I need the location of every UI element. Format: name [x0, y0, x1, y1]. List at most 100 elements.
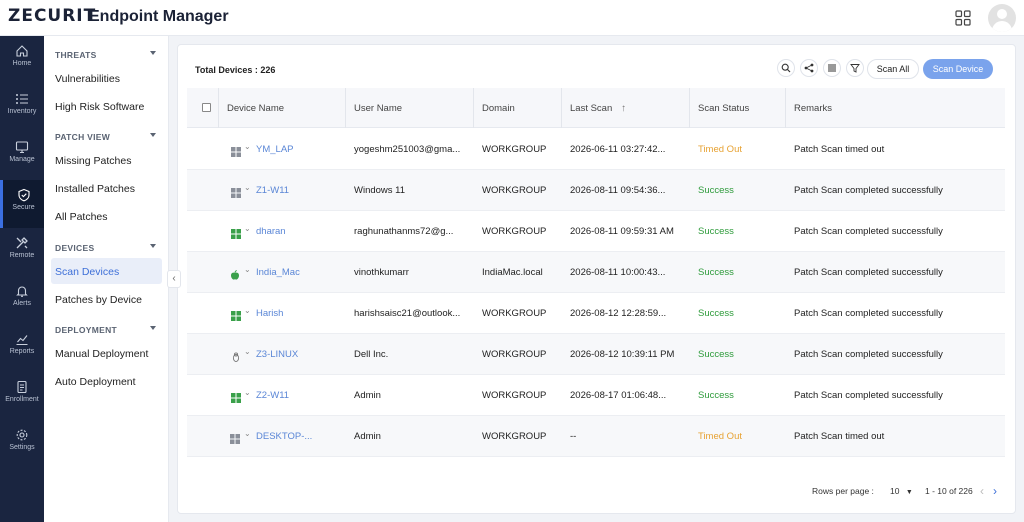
scan-all-button[interactable]: Scan All: [867, 59, 919, 79]
chevron-down-icon[interactable]: ⌄: [244, 265, 251, 274]
user-avatar[interactable]: [988, 4, 1016, 32]
enrollment-icon: [17, 380, 27, 394]
device-name-link[interactable]: dharan: [256, 226, 286, 237]
col-user-name[interactable]: User Name: [354, 103, 402, 114]
device-name-link[interactable]: DESKTOP-...: [256, 431, 312, 442]
col-scan-status[interactable]: Scan Status: [698, 103, 749, 114]
chevron-down-icon[interactable]: ⌄: [244, 429, 251, 438]
sidebar-item-all-patches[interactable]: All Patches: [55, 211, 108, 223]
sidebar-item-missing-patches[interactable]: Missing Patches: [55, 155, 131, 167]
domain-cell: WORKGROUP: [482, 308, 547, 319]
chevron-down-icon[interactable]: ⌄: [244, 142, 251, 151]
rail-manage[interactable]: Manage: [0, 132, 44, 180]
table-row[interactable]: ⌄ DESKTOP-... Admin WORKGROUP -- Timed Out Pat…: [187, 416, 1005, 457]
table-row[interactable]: ⌄ dharan raghunathanms72@g... WORKGROUP 2026…: [187, 211, 1005, 252]
scan-status-cell: Success: [698, 226, 734, 237]
last-scan-cell: 2026-08-12 10:39:11 PM: [570, 349, 675, 360]
search-button[interactable]: [777, 59, 795, 77]
chevron-down-icon[interactable]: ⌄: [244, 347, 251, 356]
sidebar-item-high-risk-software[interactable]: High Risk Software: [55, 101, 144, 113]
chevron-down-icon: [150, 51, 156, 55]
chevron-down-icon: [150, 244, 156, 248]
last-scan-cell: 2026-08-11 10:00:43...: [570, 267, 666, 278]
rail-home[interactable]: Home: [0, 36, 44, 84]
chevron-down-icon: [150, 326, 156, 330]
shield-icon: [17, 188, 30, 202]
table-row[interactable]: ⌄ Z3-LINUX Dell Inc. WORKGROUP 2026-08-12 10…: [187, 334, 1005, 375]
section-patch-view[interactable]: PATCH VIEW: [55, 132, 156, 142]
rail-reports[interactable]: Reports: [0, 324, 44, 372]
table-row[interactable]: ⌄ YM_LAP yogeshm251003@gma... WORKGROUP 2026…: [187, 129, 1005, 170]
col-remarks[interactable]: Remarks: [794, 103, 832, 114]
rail-enrollment[interactable]: Enrollment: [0, 372, 44, 420]
top-bar: ZECURIT Endpoint Manager: [0, 0, 1024, 36]
section-deployment[interactable]: DEPLOYMENT: [55, 325, 156, 335]
select-all-checkbox[interactable]: [202, 103, 211, 112]
rail-alerts[interactable]: Alerts: [0, 276, 44, 324]
column-divider: [345, 88, 346, 128]
remarks-cell: Patch Scan completed successfully: [794, 390, 943, 401]
col-device-name[interactable]: Device Name: [227, 103, 284, 114]
rail-secure[interactable]: Secure: [0, 180, 44, 228]
app-title: Endpoint Manager: [89, 8, 229, 25]
sidebar-item-patches-by-device[interactable]: Patches by Device: [55, 294, 142, 306]
sidebar-item-vulnerabilities[interactable]: Vulnerabilities: [55, 73, 120, 85]
user-name-cell: vinothkumarr: [354, 267, 409, 278]
device-name-link[interactable]: Z3-LINUX: [256, 349, 298, 360]
total-devices: Total Devices : 226: [195, 65, 276, 75]
col-domain[interactable]: Domain: [482, 103, 515, 114]
remarks-cell: Patch Scan timed out: [794, 431, 885, 442]
next-page-button[interactable]: ›: [993, 484, 997, 498]
prev-page-button[interactable]: ‹: [980, 484, 984, 498]
chevron-down-icon[interactable]: ⌄: [244, 388, 251, 397]
table-row[interactable]: ⌄ Z1-W11 Windows 11 WORKGROUP 2026-08-11 09:…: [187, 170, 1005, 211]
section-devices[interactable]: DEVICES: [55, 243, 156, 253]
column-divider: [218, 88, 219, 128]
domain-cell: IndiaMac.local: [482, 267, 543, 278]
bell-icon: [16, 286, 28, 297]
col-last-scan[interactable]: Last Scan: [570, 103, 612, 114]
columns-button[interactable]: [823, 59, 841, 77]
sidebar-item-manual-deployment[interactable]: Manual Deployment: [55, 348, 148, 360]
apps-grid-icon[interactable]: [955, 10, 971, 26]
rows-per-page-select[interactable]: 10 ▼: [890, 486, 913, 496]
rail-inventory[interactable]: Inventory: [0, 84, 44, 132]
remarks-cell: Patch Scan completed successfully: [794, 185, 943, 196]
rail-label: Remote: [9, 252, 35, 259]
chevron-down-icon[interactable]: ⌄: [244, 183, 251, 192]
app-logo[interactable]: ZECURIT: [8, 6, 96, 26]
windows-icon: [230, 431, 240, 444]
scan-device-button[interactable]: Scan Device: [923, 59, 993, 79]
device-name-link[interactable]: Z1-W11: [256, 185, 289, 196]
last-scan-cell: 2026-08-12 12:28:59...: [570, 308, 667, 319]
device-name-link[interactable]: YM_LAP: [256, 144, 294, 155]
user-name-cell: Windows 11: [354, 185, 406, 196]
chevron-down-icon[interactable]: ⌄: [244, 306, 251, 315]
section-threats[interactable]: THREATS: [55, 50, 156, 60]
filter-button[interactable]: [846, 59, 864, 77]
share-button[interactable]: [800, 59, 818, 77]
user-name-cell: Admin: [354, 431, 381, 442]
sidebar-item-auto-deployment[interactable]: Auto Deployment: [55, 376, 136, 388]
table-row[interactable]: ⌄ Harish harishsaisc21@outlook... WORKGROUP…: [187, 293, 1005, 334]
collapse-sidebar-button[interactable]: ‹: [167, 270, 181, 288]
device-name-link[interactable]: Harish: [256, 308, 283, 319]
rows-per-page-label: Rows per page :: [812, 486, 874, 496]
table-row[interactable]: ⌄ India_Mac vinothkumarr IndiaMac.local 2026…: [187, 252, 1005, 293]
chevron-down-icon[interactable]: ⌄: [244, 224, 251, 233]
remarks-cell: Patch Scan timed out: [794, 144, 885, 155]
sidebar-item-scan-devices[interactable]: Scan Devices: [55, 266, 119, 278]
last-scan-cell: 2026-08-17 01:06:48...: [570, 390, 667, 401]
sidebar-item-installed-patches[interactable]: Installed Patches: [55, 183, 135, 195]
table-row[interactable]: ⌄ Z2-W11 Admin WORKGROUP 2026-08-17 01:06:48…: [187, 375, 1005, 416]
domain-cell: WORKGROUP: [482, 185, 547, 196]
chevron-down-icon: [150, 133, 156, 137]
filter-icon: [850, 64, 860, 73]
device-name-link[interactable]: India_Mac: [256, 267, 300, 278]
sort-ascending-icon[interactable]: ↑: [621, 103, 626, 114]
device-name-link[interactable]: Z2-W11: [256, 390, 289, 401]
rail-remote[interactable]: Remote: [0, 228, 44, 276]
remarks-cell: Patch Scan completed successfully: [794, 349, 943, 360]
tools-icon: [16, 237, 28, 249]
rail-settings[interactable]: Settings: [0, 420, 44, 468]
